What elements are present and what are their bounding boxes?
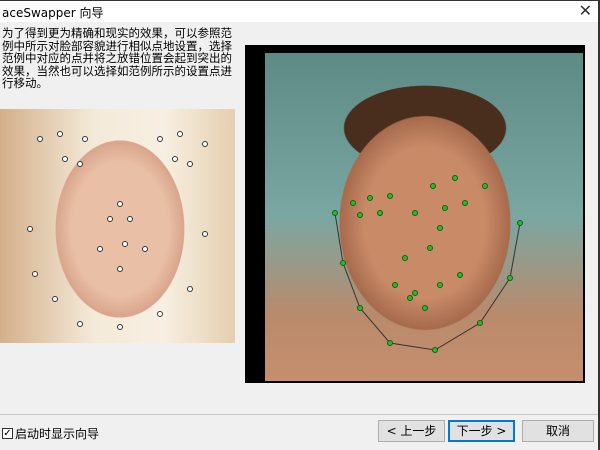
- title-bar: aceSwapper 向导 ✕: [0, 1, 598, 22]
- landmark-point[interactable]: [432, 347, 438, 353]
- landmark-point[interactable]: [82, 136, 88, 142]
- user-face-photo: [265, 53, 583, 381]
- landmark-point[interactable]: [27, 226, 33, 232]
- landmark-point[interactable]: [387, 340, 393, 346]
- landmark-point[interactable]: [157, 311, 163, 317]
- landmark-point[interactable]: [172, 156, 178, 162]
- landmark-point[interactable]: [452, 175, 458, 181]
- landmark-point[interactable]: [77, 321, 83, 327]
- window-title: aceSwapper 向导: [2, 6, 104, 20]
- show-on-start-label: 启动时显示向导: [15, 427, 100, 441]
- face-outline: [334, 212, 521, 351]
- landmark-point[interactable]: [442, 205, 448, 211]
- landmark-point[interactable]: [430, 183, 436, 189]
- landmark-point[interactable]: [427, 245, 433, 251]
- landmark-point[interactable]: [517, 220, 523, 226]
- landmark-point[interactable]: [177, 131, 183, 137]
- landmark-point[interactable]: [412, 290, 418, 296]
- landmark-point[interactable]: [402, 255, 408, 261]
- landmark-point[interactable]: [367, 195, 373, 201]
- landmark-point[interactable]: [52, 296, 58, 302]
- divider: [0, 414, 598, 415]
- landmark-point[interactable]: [187, 161, 193, 167]
- landmark-point[interactable]: [340, 260, 346, 266]
- landmark-point[interactable]: [357, 212, 363, 218]
- sample-face-image: [0, 109, 235, 343]
- landmark-point[interactable]: [332, 210, 338, 216]
- landmark-point[interactable]: [437, 282, 443, 288]
- landmark-point[interactable]: [482, 183, 488, 189]
- landmark-point[interactable]: [107, 216, 113, 222]
- landmark-point[interactable]: [387, 193, 393, 199]
- landmark-point[interactable]: [32, 271, 38, 277]
- next-button[interactable]: 下一步 >: [448, 420, 515, 442]
- landmark-point[interactable]: [350, 200, 356, 206]
- landmark-point[interactable]: [117, 324, 123, 330]
- landmark-point[interactable]: [357, 305, 363, 311]
- close-icon[interactable]: ✕: [579, 1, 592, 20]
- landmark-point[interactable]: [412, 210, 418, 216]
- landmark-point[interactable]: [97, 246, 103, 252]
- landmark-point[interactable]: [187, 286, 193, 292]
- landmark-point[interactable]: [407, 295, 413, 301]
- landmark-point[interactable]: [57, 131, 63, 137]
- landmark-point[interactable]: [392, 282, 398, 288]
- landmark-point[interactable]: [77, 161, 83, 167]
- landmark-point[interactable]: [377, 210, 383, 216]
- show-on-start-checkbox[interactable]: ✓ 启动时显示向导: [2, 425, 99, 442]
- sample-landmarks: [27, 131, 208, 330]
- photo-landmarks[interactable]: [265, 53, 583, 381]
- cancel-button[interactable]: 取消: [522, 420, 594, 442]
- landmark-point[interactable]: [157, 136, 163, 142]
- photo-frame: [245, 45, 585, 383]
- checkbox-icon[interactable]: ✓: [2, 428, 13, 439]
- landmark-point[interactable]: [507, 275, 513, 281]
- landmark-point[interactable]: [457, 272, 463, 278]
- landmark-point[interactable]: [462, 200, 468, 206]
- landmark-point[interactable]: [117, 266, 123, 272]
- landmark-point[interactable]: [477, 320, 483, 326]
- landmark-point[interactable]: [127, 216, 133, 222]
- instructions-text: 为了得到更为精确和现实的效果，可以参照范例中所示对脸部容貌进行相似点地设置，选择…: [2, 26, 232, 90]
- back-button[interactable]: < 上一步: [378, 420, 445, 442]
- landmark-point[interactable]: [437, 225, 443, 231]
- landmark-point[interactable]: [202, 141, 208, 147]
- landmark-point[interactable]: [37, 136, 43, 142]
- landmark-point[interactable]: [202, 231, 208, 237]
- landmark-point[interactable]: [422, 305, 428, 311]
- landmark-point[interactable]: [117, 201, 123, 207]
- landmark-point[interactable]: [142, 246, 148, 252]
- landmark-point[interactable]: [62, 156, 68, 162]
- landmark-point[interactable]: [122, 241, 128, 247]
